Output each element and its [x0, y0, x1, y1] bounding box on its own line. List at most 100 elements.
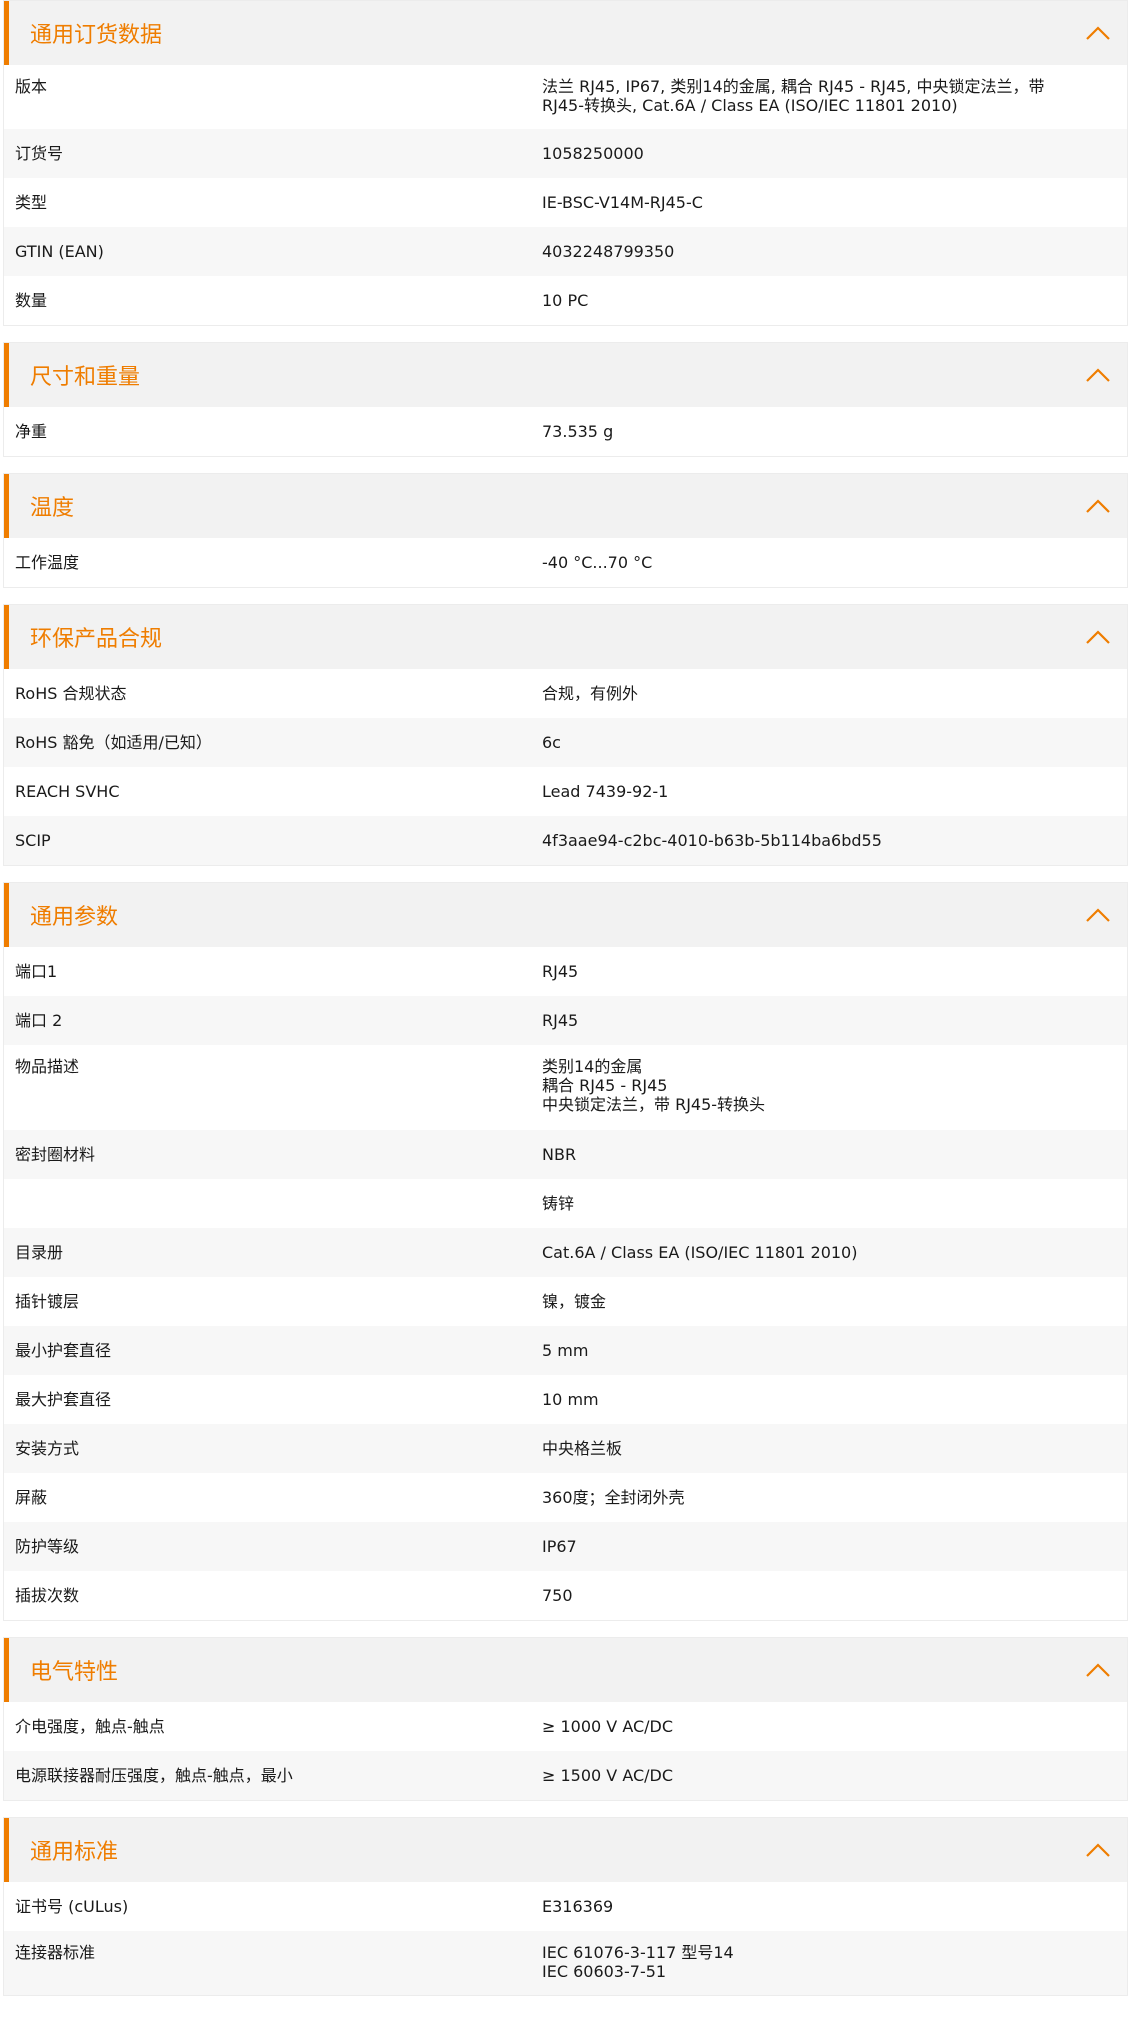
spec-label: 防护等级	[15, 1537, 80, 1556]
spec-row: 端口 2 RJ45	[4, 996, 1127, 1045]
spec-row: 最大护套直径 10 mm	[4, 1375, 1127, 1424]
spec-label: 插针镀层	[15, 1292, 80, 1311]
section: 通用参数端口1 RJ45 端口 2 RJ45 物品描述 类别14的金属 耦合 RJ45 - …	[3, 882, 1128, 1621]
section-header[interactable]: 通用订货数据	[4, 1, 1127, 65]
spec-label: 订货号	[15, 144, 64, 163]
section-header[interactable]: 电气特性	[4, 1638, 1127, 1702]
spec-value-line: 法兰 RJ45, IP67, 类别14的金属, 耦合 RJ45 - RJ45, …	[542, 77, 1045, 96]
spec-value-line: 耦合 RJ45 - RJ45	[542, 1076, 668, 1095]
spec-row: 安装方式 中央格兰板	[4, 1424, 1127, 1473]
spec-value-line: 中央锁定法兰，带 RJ45-转换头	[542, 1095, 766, 1114]
section-header[interactable]: 环保产品合规	[4, 605, 1127, 669]
spec-row: 工作温度 -40 °C...70 °C	[4, 538, 1127, 587]
spec-value-line: IP67	[542, 1537, 577, 1556]
spec-label: 物品描述	[15, 1057, 80, 1076]
spec-label: RoHS 豁免（如适用/已知）	[15, 733, 212, 752]
spec-value-line: 10 PC	[542, 291, 589, 310]
chevron-up-icon[interactable]	[1085, 25, 1111, 41]
spec-value-line: 类别14的金属	[542, 1057, 643, 1076]
spec-value-line: IEC 60603-7-51	[542, 1962, 667, 1981]
spec-value-line: 750	[542, 1586, 573, 1605]
spec-value-line: 铸锌	[542, 1194, 575, 1213]
spec-row: 证书号 (cULus) E316369	[4, 1882, 1127, 1931]
spec-value: 合规，有例外	[542, 684, 1127, 718]
spec-label	[4, 1194, 542, 1228]
spec-row: GTIN (EAN) 4032248799350	[4, 227, 1127, 276]
spec-label: 数量	[15, 291, 48, 310]
spec-label: 证书号 (cULus)	[15, 1897, 129, 1916]
spec-value: IEC 61076-3-117 型号14 IEC 60603-7-51	[542, 1943, 1127, 1995]
spec-row: SCIP 4f3aae94-c2bc-4010-b63b-5b114ba6bd55	[4, 816, 1127, 865]
spec-value: NBR	[542, 1145, 1127, 1179]
spec-value-line: Lead 7439-92-1	[542, 782, 669, 801]
spec-row: 订货号 1058250000	[4, 129, 1127, 178]
spec-value-line: IE-BSC-V14M-RJ45-C	[542, 193, 703, 212]
spec-row: 电源联接器耐压强度，触点-触点，最小 ≥ 1500 V AC/DC	[4, 1751, 1127, 1800]
spec-value-line: 360度；全封闭外壳	[542, 1488, 685, 1507]
section-title: 通用标准	[30, 1840, 119, 1865]
spec-row: 密封圈材料 NBR	[4, 1130, 1127, 1179]
section-header[interactable]: 尺寸和重量	[4, 343, 1127, 407]
spec-label: 连接器标准	[15, 1943, 96, 1962]
chevron-up-icon[interactable]	[1085, 367, 1111, 383]
spec-row: RoHS 豁免（如适用/已知） 6c	[4, 718, 1127, 767]
chevron-up-icon[interactable]	[1085, 629, 1111, 645]
spec-label: 最大护套直径	[15, 1390, 112, 1409]
spec-value: Cat.6A / Class EA (ISO/IEC 11801 2010)	[542, 1243, 1127, 1277]
section-title: 通用参数	[30, 905, 119, 930]
spec-value: 360度；全封闭外壳	[542, 1488, 1127, 1522]
spec-label: RoHS 合规状态	[15, 684, 127, 703]
chevron-up-icon[interactable]	[1085, 1842, 1111, 1858]
spec-label: 版本	[15, 77, 48, 96]
spec-value: 750	[542, 1586, 1127, 1620]
spec-value: RJ45	[542, 1011, 1127, 1045]
section-title: 环保产品合规	[30, 627, 163, 652]
spec-row: 最小护套直径 5 mm	[4, 1326, 1127, 1375]
spec-value-line: -40 °C...70 °C	[542, 553, 653, 572]
spec-row: 防护等级 IP67	[4, 1522, 1127, 1571]
chevron-up-icon[interactable]	[1085, 1662, 1111, 1678]
spec-row: 物品描述 类别14的金属 耦合 RJ45 - RJ45 中央锁定法兰，带 RJ45-转…	[4, 1045, 1127, 1130]
spec-label: 屏蔽	[15, 1488, 48, 1507]
spec-value: 10 mm	[542, 1390, 1127, 1424]
spec-value: 4032248799350	[542, 242, 1127, 276]
spec-value-line: E316369	[542, 1897, 614, 1916]
section-header[interactable]: 温度	[4, 474, 1127, 538]
spec-value-line: NBR	[542, 1145, 577, 1164]
spec-row: RoHS 合规状态 合规，有例外	[4, 669, 1127, 718]
section: 环保产品合规 RoHS 合规状态 合规，有例外 RoHS 豁免（如适用/已知） 6c RE…	[3, 604, 1128, 866]
spec-label: SCIP	[15, 831, 51, 850]
spec-value-line: RJ45	[542, 962, 579, 981]
spec-label: 净重	[15, 422, 48, 441]
chevron-up-icon[interactable]	[1085, 907, 1111, 923]
spec-value: Lead 7439-92-1	[542, 782, 1127, 816]
spec-value: 73.535 g	[542, 422, 1127, 456]
spec-label: 端口 2	[15, 1011, 63, 1030]
spec-value-line: 镍，镀金	[542, 1292, 607, 1311]
spec-value-line: 6c	[542, 733, 561, 752]
spec-label: 端口1	[15, 962, 58, 981]
spec-value: 铸锌	[542, 1194, 1127, 1228]
spec-page: 通用订货数据版本 法兰 RJ45, IP67, 类别14的金属, 耦合 RJ45 …	[0, 0, 1128, 1996]
spec-value-line: 5 mm	[542, 1341, 589, 1360]
spec-value: E316369	[542, 1897, 1127, 1931]
spec-label: 安装方式	[15, 1439, 80, 1458]
spec-value: ≥ 1500 V AC/DC	[542, 1766, 1127, 1800]
spec-row: 连接器标准 IEC 61076-3-117 型号14 IEC 60603-7-51	[4, 1931, 1127, 1995]
spec-row: 铸锌	[4, 1179, 1127, 1228]
section-header[interactable]: 通用标准	[4, 1818, 1127, 1882]
spec-row: 介电强度，触点-触点 ≥ 1000 V AC/DC	[4, 1702, 1127, 1751]
spec-row: REACH SVHC Lead 7439-92-1	[4, 767, 1127, 816]
section: 温度 工作温度 -40 °C...70 °C	[3, 473, 1128, 588]
chevron-up-icon[interactable]	[1085, 498, 1111, 514]
section-title: 尺寸和重量	[30, 365, 141, 390]
spec-label: 电源联接器耐压强度，触点-触点，最小	[15, 1766, 293, 1785]
spec-row: 净重 73.535 g	[4, 407, 1127, 456]
section: 通用订货数据版本 法兰 RJ45, IP67, 类别14的金属, 耦合 RJ45 …	[3, 0, 1128, 326]
section: 尺寸和重量净重 73.535 g	[3, 342, 1128, 457]
spec-label: 最小护套直径	[15, 1341, 112, 1360]
spec-value: IP67	[542, 1537, 1127, 1571]
spec-label: 类型	[15, 193, 48, 212]
spec-value-line: IEC 61076-3-117 型号14	[542, 1943, 734, 1962]
section-header[interactable]: 通用参数	[4, 883, 1127, 947]
